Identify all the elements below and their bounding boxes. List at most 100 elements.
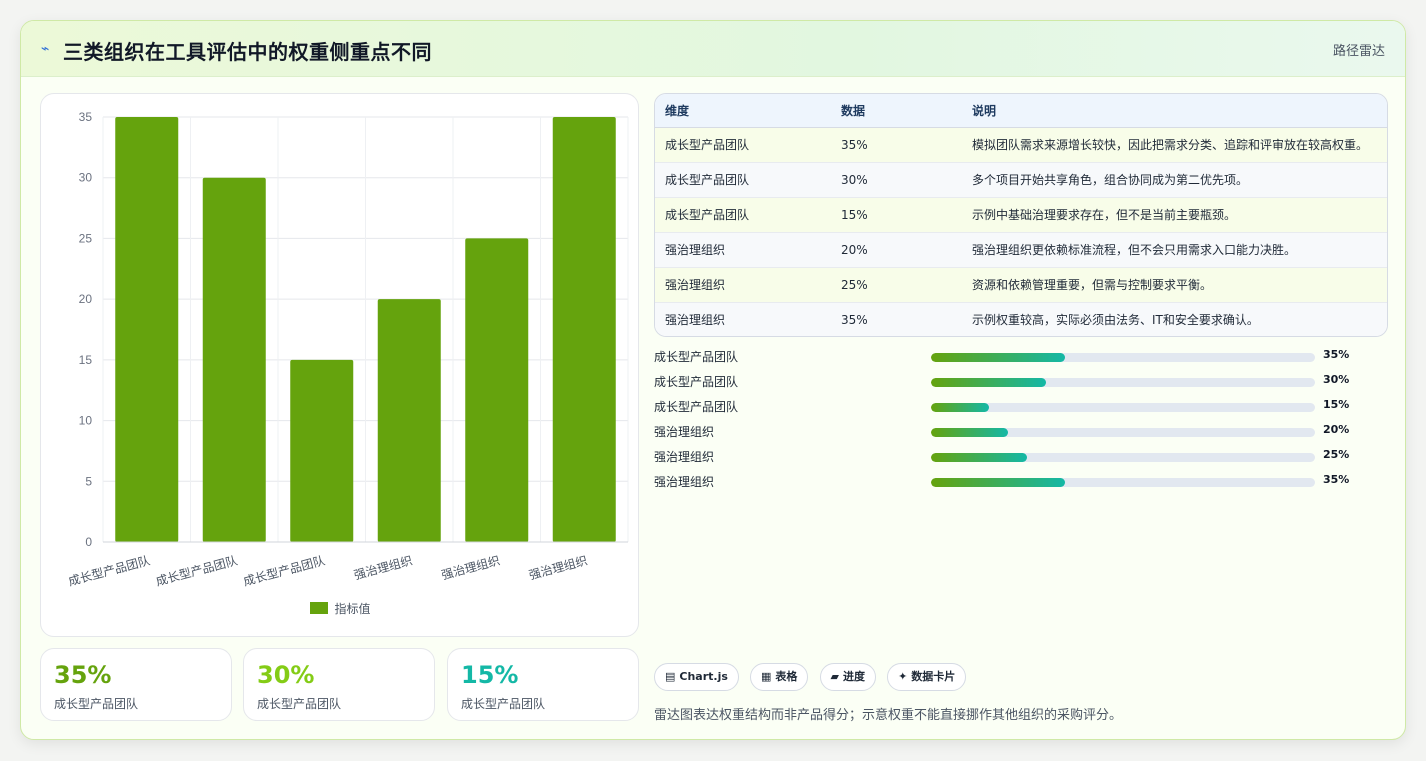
- chart-bar: [377, 299, 441, 542]
- table-icon: ▦: [761, 670, 772, 683]
- table-cell: 成长型产品团队: [655, 127, 831, 163]
- pill-table[interactable]: ▦ 表格: [750, 663, 809, 691]
- progress-label: 成长型产品团队: [654, 350, 739, 364]
- progress-label: 成长型产品团队: [654, 375, 739, 389]
- progress-fill: [931, 353, 1066, 362]
- progress-row: 强治理组织 25%: [654, 448, 1354, 466]
- table-cell: 资源和依赖管理重要，但需与控制要求平衡。: [962, 267, 1387, 303]
- table-cell: 模拟团队需求来源增长较快，因此把需求分类、追踪和评审放在较高权重。: [962, 127, 1387, 163]
- table-row: 成长型产品团队 15% 示例中基础治理要求存在，但不是当前主要瓶颈。: [655, 197, 1387, 233]
- footnote: 雷达图表达权重结构而非产品得分；示意权重不能直接挪作其他组织的采购评分。: [654, 708, 1123, 723]
- table-cell: 25%: [831, 267, 962, 303]
- table-row: 强治理组织 20% 强治理组织更依赖标准流程，但不会只用需求入口能力决胜。: [655, 232, 1387, 268]
- table-header-dimension: 维度: [655, 94, 831, 128]
- progress-value: 35%: [1323, 473, 1350, 486]
- pill-label: 数据卡片: [911, 670, 956, 683]
- table-cell: 35%: [831, 302, 962, 336]
- pill-label: 表格: [775, 670, 798, 683]
- progress-track: [931, 453, 1315, 462]
- progress-fill: [931, 428, 1008, 437]
- pill-chartjs[interactable]: ▤ Chart.js: [654, 663, 739, 691]
- y-tick-label: 5: [85, 474, 92, 488]
- progress-track: [931, 428, 1315, 437]
- progress-value: 35%: [1323, 348, 1350, 361]
- table-cell: 成长型产品团队: [655, 197, 831, 233]
- legend-swatch: [310, 602, 329, 614]
- progress-track: [931, 378, 1315, 387]
- progress-label: 成长型产品团队: [654, 400, 739, 414]
- legend-label: 指标值: [334, 602, 371, 616]
- y-tick-label: 0: [85, 535, 92, 549]
- stat-card: 35% 成长型产品团队: [40, 648, 232, 721]
- progress-value: 30%: [1323, 373, 1350, 386]
- chart-bar: [202, 177, 266, 542]
- data-table: 维度 数据 说明 成长型产品团队 35% 模拟团队需求来源增长较快，因此把需求分…: [654, 93, 1388, 337]
- progress-icon: ▰: [830, 670, 839, 683]
- header-tag: 路径雷达: [1332, 44, 1385, 59]
- table-cell: 35%: [831, 127, 962, 163]
- progress-fill: [931, 478, 1066, 487]
- progress-row: 强治理组织 35%: [654, 473, 1354, 491]
- y-tick-label: 15: [79, 353, 93, 367]
- stat-value: 15%: [461, 661, 519, 689]
- table-cell: 强治理组织: [655, 302, 831, 336]
- feature-pills: ▤ Chart.js ▦ 表格 ▰ 进度 ✦ 数据卡片: [654, 663, 972, 691]
- y-tick-label: 20: [79, 292, 93, 306]
- table-row: 强治理组织 35% 示例权重较高，实际必须由法务、IT和安全要求确认。: [655, 302, 1387, 336]
- progress-track: [931, 403, 1315, 412]
- stat-label: 成长型产品团队: [54, 697, 139, 711]
- chart-bar: [465, 238, 529, 542]
- pill-progress[interactable]: ▰ 进度: [819, 663, 876, 691]
- progress-label: 强治理组织: [654, 425, 715, 439]
- table-header-data: 数据: [831, 94, 962, 128]
- progress-label: 强治理组织: [654, 450, 715, 464]
- progress-track: [931, 353, 1315, 362]
- x-tick-label: 强治理组织: [440, 553, 502, 582]
- progress-fill: [931, 453, 1027, 462]
- chart-bar: [552, 117, 616, 542]
- x-tick-label: 强治理组织: [527, 553, 589, 582]
- stat-card: 15% 成长型产品团队: [447, 648, 639, 721]
- y-tick-label: 30: [79, 171, 93, 185]
- stat-card: 30% 成长型产品团队: [243, 648, 435, 721]
- table-row: 成长型产品团队 35% 模拟团队需求来源增长较快，因此把需求分类、追踪和评审放在…: [655, 127, 1387, 163]
- progress-row: 成长型产品团队 35%: [654, 348, 1354, 366]
- chart-icon: ▤: [665, 670, 676, 683]
- y-tick-label: 10: [79, 414, 93, 428]
- progress-fill: [931, 378, 1047, 387]
- x-tick-label: 强治理组织: [352, 553, 414, 582]
- table-cell: 15%: [831, 197, 962, 233]
- table-cell: 30%: [831, 162, 962, 198]
- progress-value: 25%: [1323, 448, 1350, 461]
- chart-bar: [290, 359, 354, 542]
- x-tick-label: 成长型产品团队: [154, 552, 239, 588]
- progress-track: [931, 478, 1315, 487]
- stat-label: 成长型产品团队: [461, 697, 546, 711]
- table-row: 强治理组织 25% 资源和依赖管理重要，但需与控制要求平衡。: [655, 267, 1387, 303]
- x-tick-label: 成长型产品团队: [241, 552, 326, 588]
- pill-data-cards[interactable]: ✦ 数据卡片: [887, 663, 967, 691]
- chart-legend[interactable]: 指标值: [41, 600, 640, 617]
- y-tick-label: 25: [79, 231, 93, 245]
- progress-row: 成长型产品团队 15%: [654, 398, 1354, 416]
- stat-label: 成长型产品团队: [257, 697, 342, 711]
- table-cell: 20%: [831, 232, 962, 268]
- main-card: ⌁ 三类组织在工具评估中的权重侧重点不同 路径雷达 0 5 10 15 20 25 30 35…: [20, 20, 1406, 740]
- progress-value: 20%: [1323, 423, 1350, 436]
- table-cell: 强治理组织更依赖标准流程，但不会只用需求入口能力决胜。: [962, 232, 1387, 268]
- table-cell: 成长型产品团队: [655, 162, 831, 198]
- stat-value: 30%: [257, 661, 315, 689]
- chart-bar: [115, 117, 179, 542]
- card-header: ⌁ 三类组织在工具评估中的权重侧重点不同 路径雷达: [21, 21, 1405, 77]
- progress-value: 15%: [1323, 398, 1350, 411]
- page-title: 三类组织在工具评估中的权重侧重点不同: [63, 40, 432, 64]
- pill-label: 进度: [842, 670, 865, 683]
- stat-value: 35%: [54, 661, 112, 689]
- bar-chart: 05101520253035成长型产品团队 成长型产品团队 成长型产品团队 强治理组织…: [66, 110, 629, 589]
- pulse-icon: ⌁: [41, 41, 50, 57]
- y-tick-label: 35: [79, 110, 93, 124]
- table-header-note: 说明: [962, 94, 1387, 128]
- sparkle-icon: ✦: [898, 670, 908, 683]
- progress-label: 强治理组织: [654, 475, 715, 489]
- progress-row: 成长型产品团队 30%: [654, 373, 1354, 391]
